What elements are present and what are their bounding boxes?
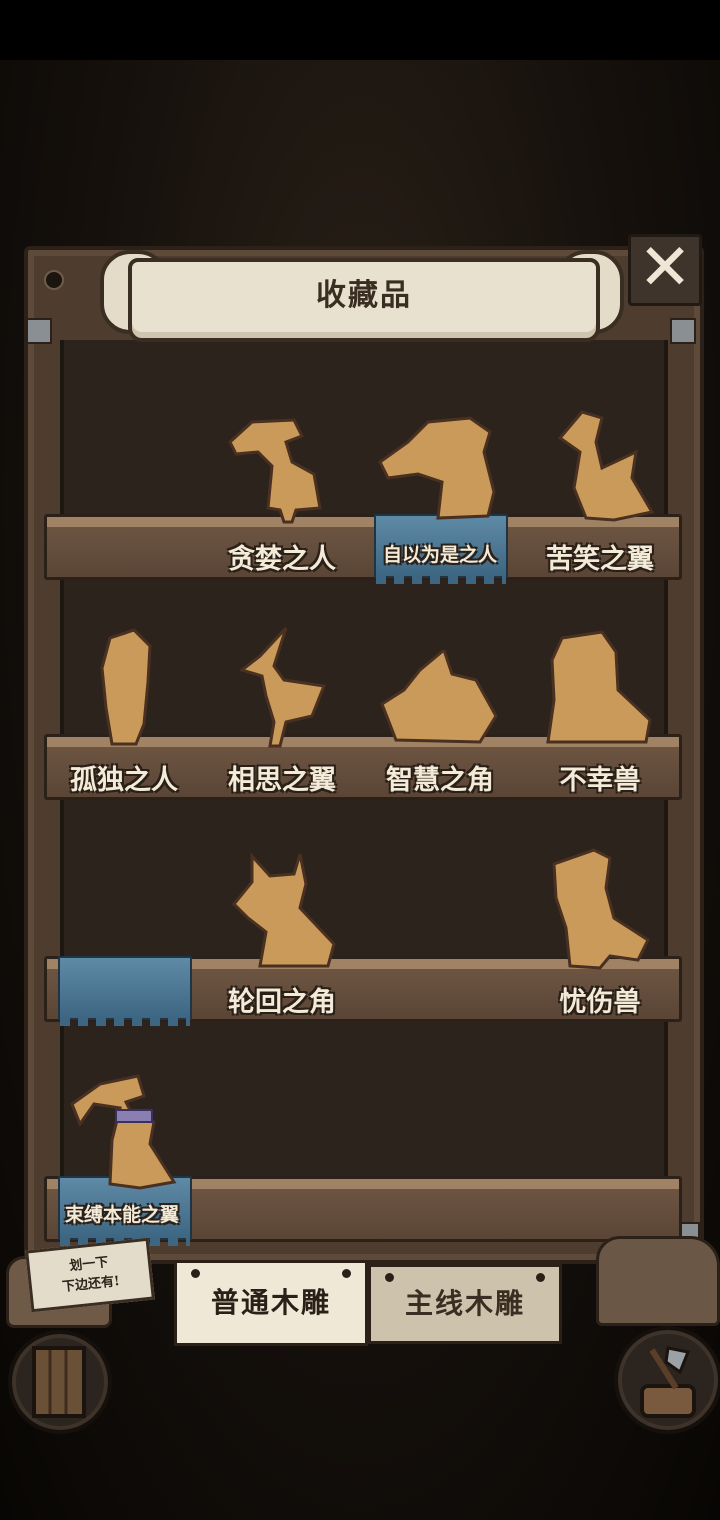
tab-label: 主线木雕	[404, 1287, 525, 1320]
item-label: 智慧之角	[386, 765, 494, 796]
greedy-man-figurine-icon[interactable]	[222, 412, 332, 524]
item-label: 贪婪之人	[228, 544, 336, 575]
item-label: 自以为是之人	[382, 544, 497, 566]
item-label: 束缚本能之翼	[64, 1204, 179, 1226]
item-label: 苦笑之翼	[546, 544, 654, 575]
scroll-hint-note: 划一下 下边还有!	[25, 1237, 155, 1313]
tab-main-carvings[interactable]: 主线木雕	[368, 1264, 562, 1344]
status-bar	[0, 0, 720, 60]
close-button[interactable]: ✕	[628, 234, 702, 306]
conceited-man-figurine-icon[interactable]	[378, 412, 502, 522]
wry-smile-wing-figurine-icon[interactable]	[556, 408, 656, 524]
item-label: 孤独之人	[70, 765, 178, 796]
tab-label: 普通木雕	[210, 1286, 331, 1319]
lonely-man-figurine-icon[interactable]	[96, 628, 156, 748]
item-label: 相思之翼	[228, 765, 336, 796]
sorrow-beast-figurine-icon[interactable]	[550, 848, 654, 972]
lovesick-wing-figurine-icon[interactable]	[240, 626, 330, 748]
item-label: 轮回之角	[228, 987, 336, 1018]
page-title: 收藏品	[316, 278, 412, 313]
bound-instinct-wing-figurine-icon[interactable]	[70, 1074, 180, 1192]
rock-pile-right	[596, 1236, 720, 1326]
item-label: 忧伤兽	[559, 987, 641, 1018]
reincarnation-horn-figurine-icon[interactable]	[230, 852, 340, 970]
wisdom-horn-figurine-icon[interactable]	[380, 650, 500, 746]
unlucky-beast-figurine-icon[interactable]	[546, 630, 656, 746]
axe-button[interactable]	[614, 1326, 720, 1434]
metal-corner	[26, 318, 52, 344]
door-icon	[32, 1346, 86, 1418]
tab-normal-carvings[interactable]: 普通木雕	[174, 1260, 368, 1346]
axe-icon	[640, 1346, 696, 1418]
nail-icon	[44, 270, 64, 290]
door-button[interactable]	[8, 1330, 112, 1434]
close-icon: ✕	[638, 231, 692, 305]
metal-corner	[670, 318, 696, 344]
item-label: 不幸兽	[559, 765, 641, 796]
cloth-empty-slot	[58, 956, 192, 1026]
